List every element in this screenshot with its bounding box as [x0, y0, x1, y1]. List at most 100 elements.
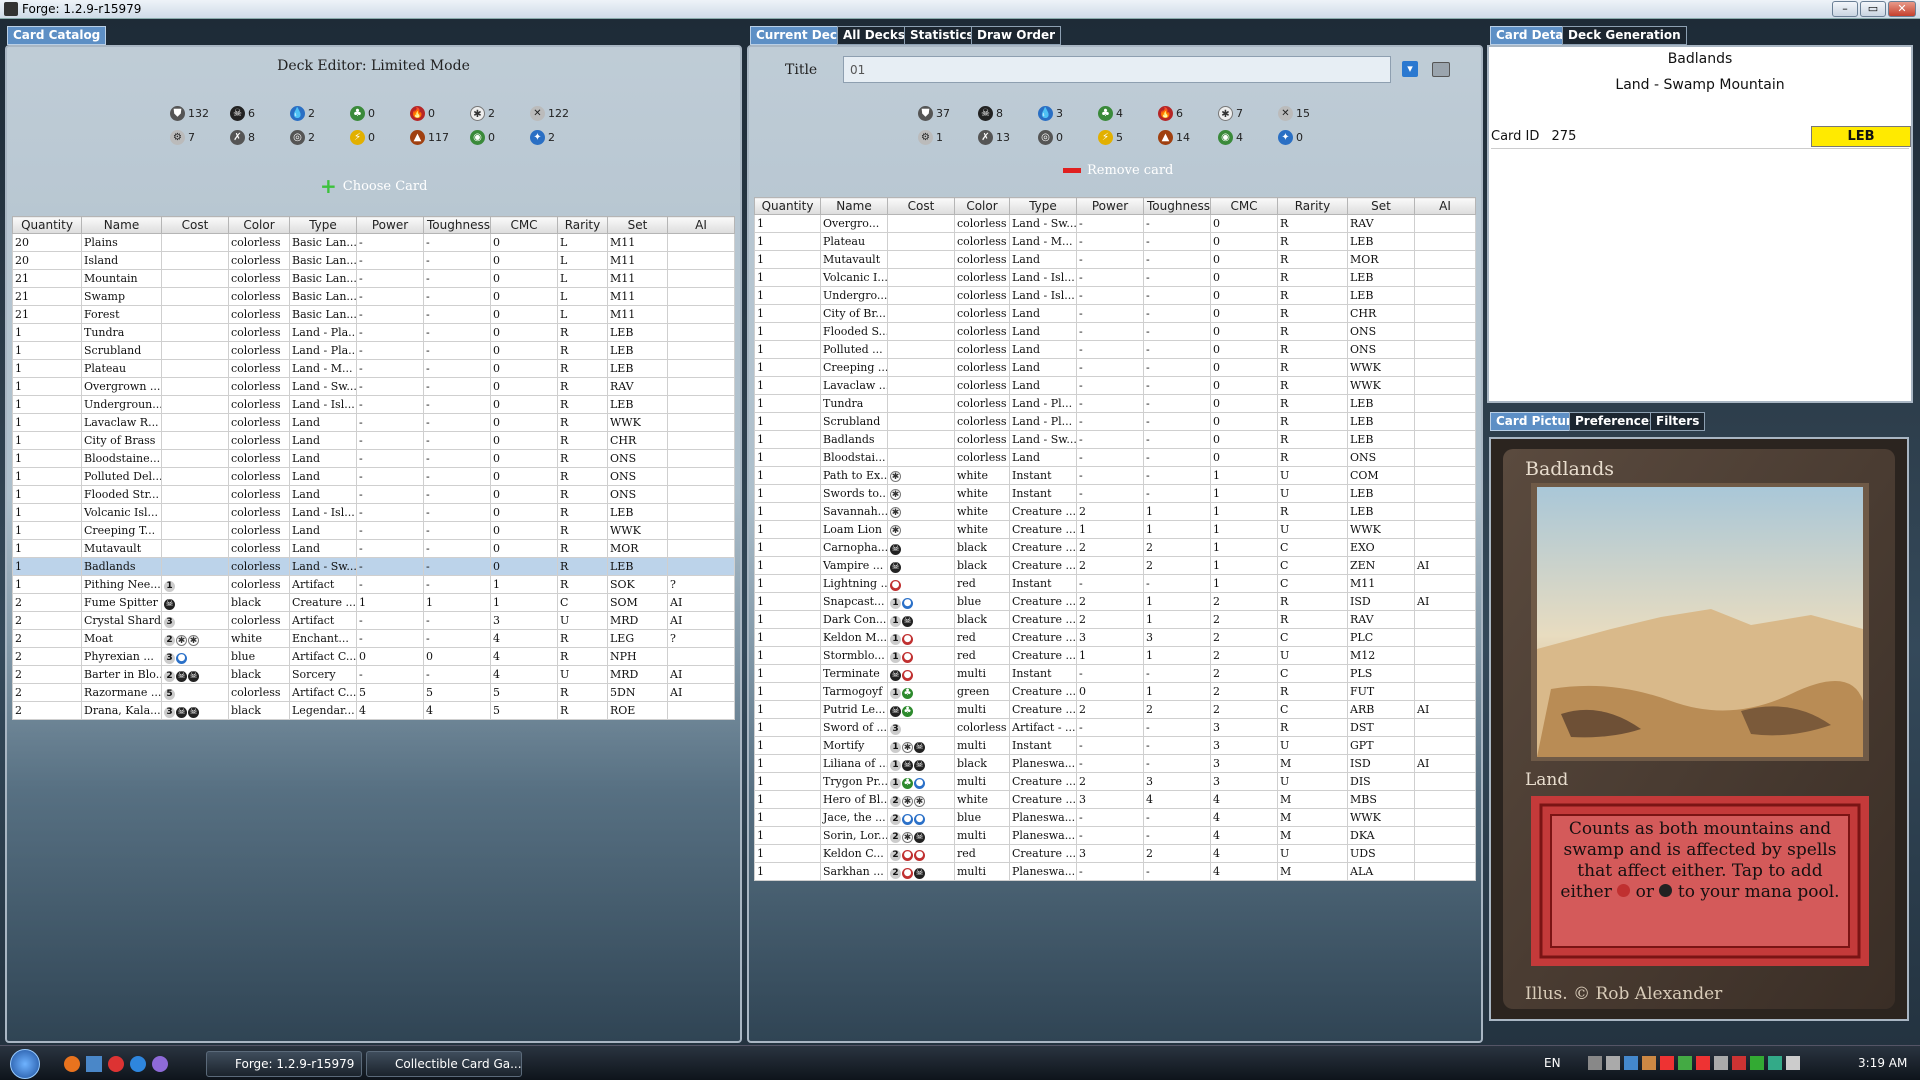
table-row[interactable]: 2 Moat 2 ✱ ✱ white Enchant... - -4 R LEG?: [12, 629, 735, 648]
table-row[interactable]: 1 Overgrown ... colorless Land - Sw... - -0 R R…: [12, 377, 735, 396]
table-row[interactable]: 1 Volcanic Isl... colorless Land - Isl... - -…: [12, 503, 735, 522]
column-header[interactable]: CMC: [1210, 197, 1278, 215]
column-header[interactable]: Toughness: [1143, 197, 1211, 215]
column-header[interactable]: Set: [1347, 197, 1415, 215]
table-row[interactable]: 1 Sorin, Lor... 2 ✱ ☠ multi Planeswa... - -4 M DKA: [754, 826, 1476, 845]
table-row[interactable]: 1 Snapcast... 1 ● blue Creature ... 2 1 2 R ISD AI: [754, 592, 1476, 611]
table-row[interactable]: 1 Flooded Str... colorless Land - -0 R ONS: [12, 485, 735, 504]
table-row[interactable]: 1 Tundra colorless Land - Pl... - -0 R LEB: [754, 394, 1476, 413]
maximize-button[interactable]: ▭: [1860, 1, 1886, 17]
remove-card-button[interactable]: Remove card: [1063, 163, 1173, 178]
table-row[interactable]: 1 Dark Con... 1 ☠ black Creature ... 2 1 2 R RAV: [754, 610, 1476, 629]
table-row[interactable]: 2 Drana, Kala... 3 ☠ ☠ black Legendar... 4 4 5 R RO…: [12, 701, 735, 720]
table-row[interactable]: 1 Pithing Nee... 1 colorless Artifact - -1 R SOK…: [12, 575, 735, 594]
column-header[interactable]: AI: [1414, 197, 1476, 215]
tab-all-decks[interactable]: All Decks: [837, 26, 912, 45]
column-header[interactable]: CMC: [490, 216, 558, 234]
column-header[interactable]: Cost: [887, 197, 955, 215]
firefox-icon[interactable]: [64, 1056, 80, 1072]
table-row[interactable]: 1 Mutavault colorless Land - -0 R MOR: [12, 539, 735, 558]
desktop-icon[interactable]: [86, 1056, 102, 1072]
table-row[interactable]: 1 Stormblo... 1 ● red Creature ... 1 1 2 U M12: [754, 646, 1476, 665]
table-row[interactable]: 21 Swamp colorless Basic Lan... - -0 L M11: [12, 287, 735, 306]
column-header[interactable]: Rarity: [1277, 197, 1348, 215]
column-header[interactable]: Name: [820, 197, 888, 215]
table-row[interactable]: 20 Island colorless Basic Lan... - -0 L M11: [12, 251, 735, 270]
table-row[interactable]: 1 Plateau colorless Land - M... - -0 R LEB: [12, 359, 735, 378]
table-row[interactable]: 1 Flooded S... colorless Land - -0 R ONS: [754, 322, 1476, 341]
column-header[interactable]: Set: [607, 216, 668, 234]
table-row[interactable]: 1 Polluted Del... colorless Land - -0 R ONS: [12, 467, 735, 486]
column-header[interactable]: Type: [289, 216, 357, 234]
table-row[interactable]: 1 Volcanic I... colorless Land - Isl... - -0 R…: [754, 268, 1476, 287]
table-row[interactable]: 1 Scrubland colorless Land - Pl... - -0 R LEB: [754, 412, 1476, 431]
table-row[interactable]: 1 Lavaclaw R... colorless Land - -0 R WWK: [12, 413, 735, 432]
table-row[interactable]: 1 Path to Ex... ✱ white Instant - -1 U COM: [754, 466, 1476, 485]
tab-card-catalog[interactable]: Card Catalog: [7, 26, 107, 45]
catalog-table[interactable]: Quantity Name Cost Color Type Power Toughness C…: [12, 216, 735, 720]
table-row[interactable]: 1 Keldon M... 1 ● red Creature ... 3 3 2 C PLC: [754, 628, 1476, 647]
table-row[interactable]: 1 Lightning ... ● red Instant - -1 C M11: [754, 574, 1476, 593]
table-row[interactable]: 1 Polluted ... colorless Land - -0 R ONS: [754, 340, 1476, 359]
table-row[interactable]: 1 City of Brass colorless Land - -0 R CHR: [12, 431, 735, 450]
table-row[interactable]: 21 Mountain colorless Basic Lan... - -0 L M11: [12, 269, 735, 288]
chrome-icon[interactable]: [108, 1056, 124, 1072]
table-row[interactable]: 2 Fume Spitter ☠ black Creature ... 1 1 1 C SOM AI: [12, 593, 735, 612]
column-header[interactable]: Color: [954, 197, 1010, 215]
table-row[interactable]: 1 Putrid Le... ☠ ♣ multi Creature ... 2 2 2 C ARB A…: [754, 700, 1476, 719]
table-row[interactable]: 1 Overgro... colorless Land - Sw... - -0 R RAV: [754, 214, 1476, 233]
save-icon[interactable]: ▾: [1402, 61, 1418, 77]
table-row[interactable]: 1 Plateau colorless Land - M... - -0 R LEB: [754, 232, 1476, 251]
tab-current-deck[interactable]: Current Deck: [750, 26, 851, 45]
table-row[interactable]: 2 Crystal Shard 3 colorless Artifact - -3 U MRD A…: [12, 611, 735, 630]
table-row[interactable]: 1 Badlands colorless Land - Sw... - -0 R LEB: [754, 430, 1476, 449]
table-row[interactable]: 1 Vampire ... ☠ black Creature ... 2 2 1 C ZEN AI: [754, 556, 1476, 575]
table-row[interactable]: 1 City of Br... colorless Land - -0 R CHR: [754, 304, 1476, 323]
column-header[interactable]: Color: [228, 216, 290, 234]
table-row[interactable]: 1 Tundra colorless Land - Pla... - -0 R LEB: [12, 323, 735, 342]
app-icon[interactable]: [152, 1056, 168, 1072]
column-header[interactable]: Name: [81, 216, 162, 234]
table-row[interactable]: 1 Sarkhan ... 2 ● ☠ multi Planeswa... - -4 M ALA: [754, 862, 1476, 881]
table-row[interactable]: 2 Razormane ... 5 colorless Artifact C... 5 5 5…: [12, 683, 735, 702]
table-row[interactable]: 1 Lavaclaw ... colorless Land - -0 R WWK: [754, 376, 1476, 395]
table-row[interactable]: 1 Sword of ... 3 colorless Artifact - ... - -3…: [754, 718, 1476, 737]
table-row[interactable]: 1 Mortify 1 ✱ ☠ multi Instant - -3 U GPT: [754, 736, 1476, 755]
table-row[interactable]: 1 Keldon C... 2 ● ● red Creature ... 3 2 4 U UDS: [754, 844, 1476, 863]
table-row[interactable]: 1 Mutavault colorless Land - -0 R MOR: [754, 250, 1476, 269]
table-row[interactable]: 1 Carnopha... ☠ black Creature ... 2 2 1 C EXO: [754, 538, 1476, 557]
table-row[interactable]: 1 Loam Lion ✱ white Creature ... 1 1 1 U WWK: [754, 520, 1476, 539]
table-row[interactable]: 1 Bloodstaine... colorless Land - -0 R ONS: [12, 449, 735, 468]
column-header[interactable]: Type: [1009, 197, 1077, 215]
choose-card-button[interactable]: + Choose Card: [320, 174, 427, 198]
tab-draw-order[interactable]: Draw Order: [971, 26, 1062, 45]
deck-title-input[interactable]: [843, 56, 1391, 83]
table-row[interactable]: 1 Scrubland colorless Land - Pla... - -0 R LEB: [12, 341, 735, 360]
start-button[interactable]: [10, 1049, 40, 1079]
table-row[interactable]: 1 Bloodstai... colorless Land - -0 R ONS: [754, 448, 1476, 467]
column-header[interactable]: Toughness: [423, 216, 491, 234]
table-row[interactable]: 1 Undergroun... colorless Land - Isl... - -0 R…: [12, 395, 735, 414]
tab-statistics[interactable]: Statistics: [904, 26, 980, 45]
minimize-button[interactable]: –: [1832, 1, 1858, 17]
column-header[interactable]: Rarity: [557, 216, 608, 234]
column-header[interactable]: AI: [667, 216, 735, 234]
tab-filters[interactable]: Filters: [1650, 412, 1706, 431]
close-window-button[interactable]: ✕: [1888, 1, 1916, 17]
table-row[interactable]: 21 Forest colorless Basic Lan... - -0 L M11: [12, 305, 735, 324]
column-header[interactable]: Power: [1076, 197, 1144, 215]
tab-deck-generation[interactable]: Deck Generation: [1562, 26, 1687, 45]
table-row[interactable]: 1 Savannah... ✱ white Creature ... 2 1 1 R LEB: [754, 502, 1476, 521]
table-row[interactable]: 1 Swords to... ✱ white Instant - -1 U LEB: [754, 484, 1476, 503]
table-row[interactable]: 20 Plains colorless Basic Lan... - -0 L M11: [12, 233, 735, 252]
column-header[interactable]: Quantity: [754, 197, 821, 215]
table-row[interactable]: 1 Tarmogoyf 1 ♣ green Creature ... 0 1 2 R FUT: [754, 682, 1476, 701]
table-row[interactable]: 1 Creeping ... colorless Land - -0 R WWK: [754, 358, 1476, 377]
table-row[interactable]: 1 Creeping T... colorless Land - -0 R WWK: [12, 521, 735, 540]
tab-preferences[interactable]: Preferences: [1569, 412, 1663, 431]
language-indicator[interactable]: EN: [1544, 1056, 1561, 1070]
table-row[interactable]: 1 Terminate ☠ ● multi Instant - -2 C PLS: [754, 664, 1476, 683]
task-browser[interactable]: Collectible Card Ga...: [366, 1051, 522, 1077]
table-row[interactable]: 1 Trygon Pr... 1 ♣ ● multi Creature ... 2 3 3 U DIS: [754, 772, 1476, 791]
column-header[interactable]: Cost: [161, 216, 229, 234]
